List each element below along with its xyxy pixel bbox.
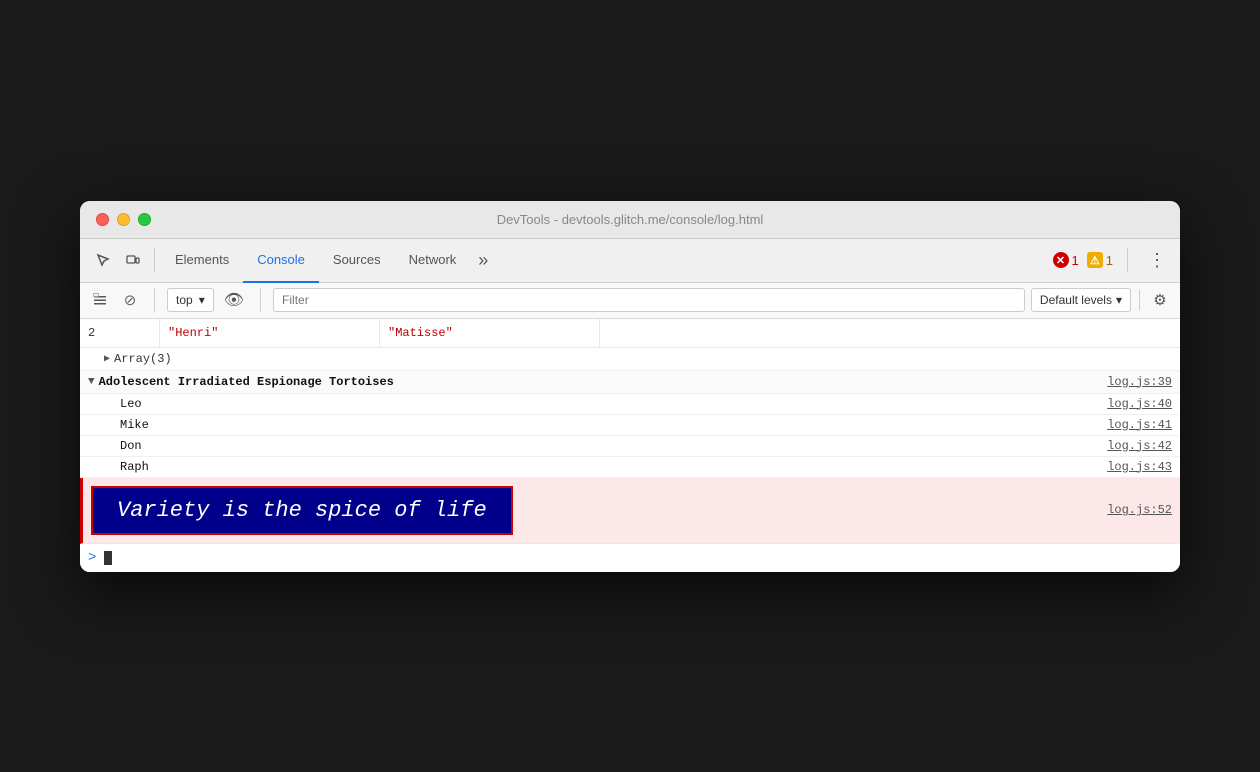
toolbar-separator [154,248,155,272]
block-icon-button[interactable]: ⊘ [118,288,142,312]
group-collapse-icon: ▼ [88,376,95,388]
prompt-cursor [104,551,112,565]
tab-elements[interactable]: Elements [161,239,243,283]
table-row: 2 "Henri" "Matisse" [80,319,1180,348]
tab-sources[interactable]: Sources [319,239,395,283]
log-item-text-3: Raph [120,460,1107,474]
eye-icon[interactable]: 👁 [220,290,248,310]
console-prompt[interactable]: > [80,544,1180,572]
log-link-1[interactable]: log.js:41 [1107,418,1172,432]
console-sep-2 [1139,290,1140,310]
log-link-styled[interactable]: log.js:52 [1107,503,1172,517]
expand-icon: ▶ [104,353,110,365]
log-link-0[interactable]: log.js:40 [1107,397,1172,411]
devtools-window: DevTools - devtools.glitch.me/console/lo… [80,201,1180,572]
prompt-chevron: > [88,550,96,566]
styled-log-content: Variety is the spice of life [91,486,1107,535]
toolbar-right: ✕ 1 ⚠ 1 ⋮ [1053,246,1172,274]
clear-console-button[interactable] [88,288,112,312]
error-badge: ✕ 1 [1053,252,1079,268]
log-item-2: Don log.js:42 [80,436,1180,457]
table-cell-firstname: "Henri" [160,319,380,347]
console-toolbar: ⊘ top ▾ 👁 Default levels ▾ ⚙ [80,283,1180,319]
device-toolbar-button[interactable] [119,246,147,274]
tab-network[interactable]: Network [395,239,471,283]
error-icon: ✕ [1053,252,1069,268]
array-label: Array(3) [114,352,172,366]
log-item-text-1: Mike [120,418,1107,432]
console-content: 2 "Henri" "Matisse" ▶ Array(3) ▼ Adolesc… [80,319,1180,572]
styled-log-row: Variety is the spice of life log.js:52 [80,478,1180,544]
styled-text: Variety is the spice of life [117,498,487,523]
more-tabs-button[interactable]: » [470,250,496,271]
log-item-text-0: Leo [120,397,1107,411]
warn-badge: ⚠ 1 [1087,252,1113,268]
warn-icon: ⚠ [1087,252,1103,268]
console-toolbar-sep [154,288,155,312]
close-button[interactable] [96,213,109,226]
more-options-button[interactable]: ⋮ [1143,246,1171,274]
tab-console[interactable]: Console [243,239,319,283]
titlebar: DevTools - devtools.glitch.me/console/lo… [80,201,1180,239]
log-item-text-2: Don [120,439,1107,453]
main-toolbar: Elements Console Sources Network » ✕ 1 ⚠… [80,239,1180,283]
array-row[interactable]: ▶ Array(3) [80,348,1180,371]
table-cell-lastname: "Matisse" [380,319,600,347]
log-group-header[interactable]: ▼ Adolescent Irradiated Espionage Tortoi… [80,371,1180,394]
settings-button[interactable]: ⚙ [1148,288,1172,312]
log-link-2[interactable]: log.js:42 [1107,439,1172,453]
log-item-0: Leo log.js:40 [80,394,1180,415]
table-cell-extra [600,319,1180,347]
select-element-button[interactable] [89,246,117,274]
styled-text-box: Variety is the spice of life [91,486,513,535]
context-selector[interactable]: top ▾ [167,288,214,312]
window-title: DevTools - devtools.glitch.me/console/lo… [497,212,764,227]
traffic-lights [96,213,151,226]
filter-sep [260,288,261,312]
log-item-1: Mike log.js:41 [80,415,1180,436]
toolbar-sep-right [1127,248,1128,272]
filter-input[interactable] [273,288,1025,312]
log-link-group[interactable]: log.js:39 [1107,375,1172,389]
log-levels-selector[interactable]: Default levels ▾ [1031,288,1131,312]
minimize-button[interactable] [117,213,130,226]
log-link-3[interactable]: log.js:43 [1107,460,1172,474]
log-group-title: Adolescent Irradiated Espionage Tortoise… [99,375,1108,389]
maximize-button[interactable] [138,213,151,226]
table-cell-index: 2 [80,319,160,347]
log-item-3: Raph log.js:43 [80,457,1180,478]
